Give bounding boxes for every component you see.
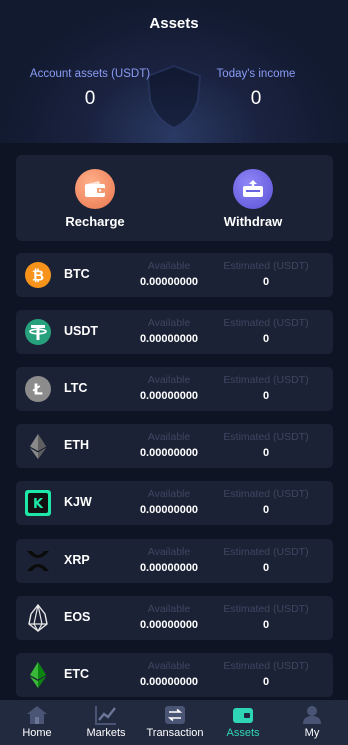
estimated-value: 0 <box>262 504 270 516</box>
coin-name: ETH <box>64 438 89 452</box>
wallet-icon <box>233 708 253 723</box>
todays-income-value: 0 <box>250 88 262 109</box>
tab-label: Transaction <box>146 727 204 739</box>
estimated-label: Estimated (USDT) <box>223 260 309 272</box>
kjw-icon: K <box>25 490 51 516</box>
available-label: Available <box>147 660 191 672</box>
account-assets-label: Account assets (USDT) <box>29 68 151 80</box>
account-assets-value: 0 <box>84 88 96 109</box>
coin-row-usdt[interactable]: USDT Available 0.00000000 Estimated (USD… <box>16 310 333 354</box>
wallet-withdraw-icon <box>233 169 273 209</box>
estimated-value: 0 <box>262 562 270 574</box>
ltc-icon: Ł <box>25 376 51 402</box>
tab-assets[interactable]: Assets <box>208 700 278 745</box>
eth-icon <box>30 434 46 459</box>
available-label: Available <box>147 260 191 272</box>
withdraw-button[interactable]: Withdraw <box>193 169 313 229</box>
available-value: 0.00000000 <box>139 619 199 631</box>
account-assets-stat: Account assets (USDT) 0 <box>10 68 170 110</box>
tab-home[interactable]: Home <box>2 700 72 745</box>
tab-my[interactable]: My <box>277 700 347 745</box>
available-value: 0.00000000 <box>139 504 199 516</box>
estimated-value: 0 <box>262 333 270 345</box>
estimated-label: Estimated (USDT) <box>223 317 309 329</box>
coin-name: LTC <box>64 381 88 395</box>
recharge-label: Recharge <box>65 214 125 229</box>
coin-row-kjw[interactable]: K KJW Available 0.00000000 Estimated (US… <box>16 481 333 525</box>
recharge-button[interactable]: Recharge <box>35 169 155 229</box>
xrp-icon <box>27 551 49 571</box>
available-label: Available <box>147 374 191 386</box>
estimated-label: Estimated (USDT) <box>223 431 309 443</box>
bottom-tab-bar: Home Markets Transaction Assets My <box>0 700 348 745</box>
exchange-icon <box>165 706 185 724</box>
withdraw-label: Withdraw <box>223 214 283 229</box>
available-value: 0.00000000 <box>139 676 199 688</box>
user-icon <box>303 706 321 724</box>
available-label: Available <box>147 317 191 329</box>
coin-name: XRP <box>64 553 90 567</box>
estimated-value: 0 <box>262 390 270 402</box>
available-value: 0.00000000 <box>139 333 199 345</box>
eos-icon <box>28 604 48 632</box>
svg-text:K: K <box>33 497 44 512</box>
estimated-label: Estimated (USDT) <box>223 603 309 615</box>
tab-label: Home <box>22 727 52 739</box>
coin-name: EOS <box>64 610 91 624</box>
tab-label: My <box>304 727 320 739</box>
wallet-recharge-icon <box>75 169 115 209</box>
coin-row-xrp[interactable]: XRP Available 0.00000000 Estimated (USDT… <box>16 539 333 583</box>
available-value: 0.00000000 <box>139 562 199 574</box>
available-label: Available <box>147 546 191 558</box>
estimated-value: 0 <box>262 676 270 688</box>
todays-income-stat: Today's income 0 <box>176 68 336 110</box>
estimated-label: Estimated (USDT) <box>223 374 309 386</box>
available-value: 0.00000000 <box>139 447 199 459</box>
etc-icon <box>30 662 46 688</box>
available-label: Available <box>147 603 191 615</box>
estimated-value: 0 <box>262 619 270 631</box>
estimated-value: 0 <box>262 276 270 288</box>
estimated-label: Estimated (USDT) <box>223 660 309 672</box>
coin-row-ltc[interactable]: Ł LTC Available 0.00000000 Estimated (US… <box>16 367 333 411</box>
tab-markets[interactable]: Markets <box>71 700 141 745</box>
svg-text:₿: ₿ <box>32 267 44 285</box>
available-value: 0.00000000 <box>139 276 199 288</box>
actions-card: Recharge Withdraw <box>16 155 333 241</box>
home-icon <box>27 706 47 724</box>
available-value: 0.00000000 <box>139 390 199 402</box>
available-label: Available <box>147 431 191 443</box>
estimated-label: Estimated (USDT) <box>223 488 309 500</box>
usdt-icon <box>25 319 51 345</box>
todays-income-label: Today's income <box>216 68 296 80</box>
coin-name: KJW <box>64 495 92 509</box>
svg-text:Ł: Ł <box>32 381 43 399</box>
available-label: Available <box>147 488 191 500</box>
estimated-value: 0 <box>262 447 270 459</box>
coin-name: USDT <box>64 324 99 338</box>
coin-row-etc[interactable]: ETC Available 0.00000000 Estimated (USDT… <box>16 653 333 697</box>
tab-transaction[interactable]: Transaction <box>140 700 210 745</box>
coin-row-eos[interactable]: EOS Available 0.00000000 Estimated (USDT… <box>16 596 333 640</box>
btc-icon: ₿ <box>25 262 51 288</box>
coin-row-eth[interactable]: ETH Available 0.00000000 Estimated (USDT… <box>16 424 333 468</box>
chart-icon <box>95 706 116 725</box>
page-title: Assets <box>149 15 199 32</box>
coin-name: BTC <box>64 267 90 281</box>
assets-header: Assets Account assets (USDT) 0 Today's i… <box>0 0 348 143</box>
tab-label: Markets <box>86 727 126 739</box>
coin-name: ETC <box>64 667 89 681</box>
tab-label: Assets <box>226 727 260 739</box>
estimated-label: Estimated (USDT) <box>223 546 309 558</box>
coin-row-btc[interactable]: ₿ BTC Available 0.00000000 Estimated (US… <box>16 253 333 297</box>
